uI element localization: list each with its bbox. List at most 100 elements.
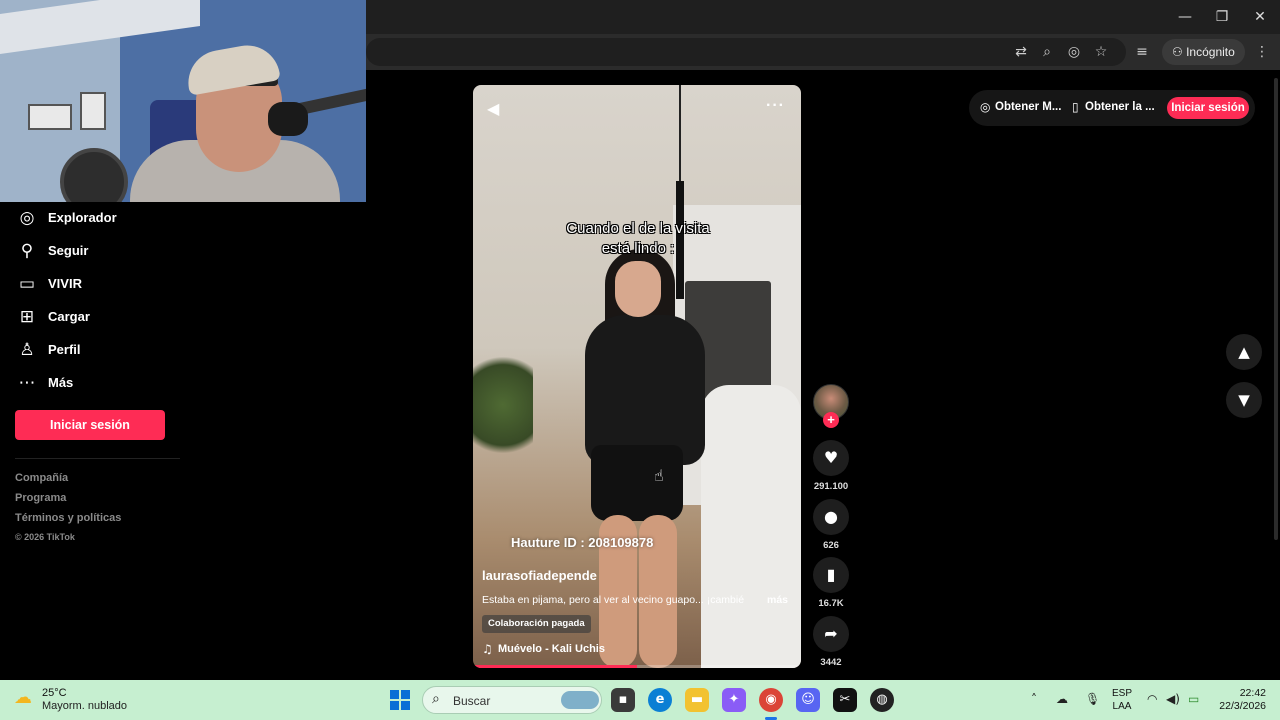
video-person-skirt xyxy=(591,445,683,521)
tray-chevron-up-icon[interactable]: ˄ xyxy=(1031,692,1037,706)
live-tv-icon: ▭ xyxy=(18,274,36,294)
more-options-icon[interactable]: ··· xyxy=(766,97,785,115)
taskbar-search-label: Buscar xyxy=(453,694,491,708)
webcam-shelf xyxy=(28,104,72,130)
search-highlight-image xyxy=(561,691,599,709)
get-mobile-link[interactable]: Obtener la ... xyxy=(1085,101,1155,113)
sidebar-item-label: Perfil xyxy=(48,342,81,357)
top-right-actions: ◎ Obtener M... ▯ Obtener la ... Iniciar … xyxy=(969,90,1255,126)
compass-small-icon: ◎ xyxy=(980,100,991,114)
close-icon[interactable]: ✕ xyxy=(1245,6,1275,28)
tray-app-icon[interactable]: ☁ xyxy=(1056,692,1068,706)
language-layout: LAA xyxy=(1112,701,1132,712)
video-caption: Cuando el de la visita está lindo : xyxy=(473,219,801,259)
like-count: 291.100 xyxy=(813,481,849,492)
zoom-icon[interactable]: ⌕ xyxy=(1037,42,1057,62)
menu-icon[interactable]: ⋮ xyxy=(1252,42,1272,62)
sidebar-divider xyxy=(15,458,180,459)
eye-off-icon[interactable]: ◎ xyxy=(1064,42,1084,62)
sidebar-item-explorador[interactable]: ◎ Explorador xyxy=(0,203,200,231)
windows-start-icon[interactable] xyxy=(390,690,410,710)
video-caption-line: Cuando el de la visita xyxy=(566,220,710,237)
star-icon[interactable]: ☆ xyxy=(1091,42,1111,62)
restore-icon[interactable]: ❐ xyxy=(1207,6,1237,28)
taskbar-clock[interactable]: 22:42 22/3/2026 xyxy=(1208,687,1266,713)
share-count: 3442 xyxy=(820,657,842,668)
sidebar-item-mas[interactable]: ⋯ Más xyxy=(0,368,200,396)
language-indicator[interactable]: ESP LAA xyxy=(1112,687,1132,713)
footer-link-terms[interactable]: Términos y políticas xyxy=(15,512,121,524)
language-code: ESP xyxy=(1112,688,1133,699)
share-icon: ➦ xyxy=(824,624,838,643)
profile-icon: ♙ xyxy=(19,340,35,360)
webcam-microphone xyxy=(268,102,308,136)
save-button[interactable]: ▮ xyxy=(813,557,849,593)
more-dots-icon: ⋯ xyxy=(18,373,36,393)
page-scrollbar[interactable] xyxy=(1274,78,1278,540)
microphone-icon[interactable]: 🎙 xyxy=(1085,692,1100,706)
tab-search-icon[interactable]: ≡ xyxy=(1132,42,1152,62)
video-scene-plant xyxy=(473,345,533,465)
description-more-link[interactable]: más xyxy=(767,594,788,606)
wifi-icon[interactable]: ◠ xyxy=(1147,692,1157,706)
battery-icon[interactable]: ▭ xyxy=(1188,692,1199,706)
login-button[interactable]: Iniciar sesión xyxy=(15,410,165,440)
heart-icon: ♥ xyxy=(823,448,839,467)
comment-icon: ● xyxy=(824,507,838,526)
taskbar-search-box[interactable]: ⌕ Buscar xyxy=(422,686,602,714)
top-login-button[interactable]: Iniciar sesión xyxy=(1167,97,1249,119)
video-player[interactable]: ◀ ··· Cuando el de la visita está lindo … xyxy=(473,85,801,668)
chrome-icon[interactable]: ◉ xyxy=(759,688,783,712)
discord-icon[interactable]: ☺ xyxy=(796,688,820,712)
task-view-icon[interactable]: ▪ xyxy=(611,688,635,712)
phone-icon: ▯ xyxy=(1072,100,1079,114)
sidebar-item-seguir[interactable]: ⚲ Seguir xyxy=(0,236,200,264)
clock-time: 22:42 xyxy=(1239,687,1266,699)
comment-button[interactable]: ● xyxy=(813,499,849,535)
sidebar-item-cargar[interactable]: ⊞ Cargar xyxy=(0,302,200,330)
sidebar-item-perfil[interactable]: ♙ Perfil xyxy=(0,335,200,363)
minimize-icon[interactable]: — xyxy=(1170,6,1200,28)
clock-date: 22/3/2026 xyxy=(1219,700,1266,712)
video-progress-bar[interactable] xyxy=(473,665,801,668)
mouse-cursor-icon: ☝ xyxy=(654,466,664,485)
webcam-fan xyxy=(60,148,128,202)
search-icon: ⌕ xyxy=(432,691,440,707)
file-explorer-icon[interactable]: ▬ xyxy=(685,688,709,712)
weather-temperature[interactable]: 25°C xyxy=(42,687,67,699)
video-music[interactable]: Muévelo - Kali Uchis xyxy=(498,643,605,655)
video-person-shirt xyxy=(585,315,705,465)
translate-icon[interactable]: ⇄ xyxy=(1011,42,1031,62)
video-progress-fill xyxy=(473,665,637,668)
weather-cloud-sun-icon[interactable]: ☁ xyxy=(14,687,36,708)
sidebar-item-label: VIVIR xyxy=(48,276,82,291)
footer-link-program[interactable]: Programa xyxy=(15,492,66,504)
sidebar-item-vivir[interactable]: ▭ VIVIR xyxy=(0,269,200,297)
follow-plus-icon[interactable]: + xyxy=(823,412,839,428)
incognito-icon: ⚇ xyxy=(1172,45,1187,59)
capcut-icon[interactable]: ✂ xyxy=(833,688,857,712)
video-username[interactable]: laurasofiadepende xyxy=(482,568,597,583)
chevron-up-icon: ▲ xyxy=(1238,343,1250,361)
like-button[interactable]: ♥ xyxy=(813,440,849,476)
edge-icon[interactable]: e xyxy=(648,688,672,712)
share-button[interactable]: ➦ xyxy=(813,616,849,652)
paid-collab-badge: Colaboración pagada xyxy=(482,615,591,633)
previous-video-button[interactable]: ▲ xyxy=(1226,334,1262,370)
video-caption-line: está lindo : xyxy=(601,240,675,257)
obs-icon[interactable]: ◍ xyxy=(870,688,894,712)
music-note-icon: ♫ xyxy=(482,642,493,656)
copilot-icon[interactable]: ✦ xyxy=(722,688,746,712)
save-count: 16.7K xyxy=(818,598,844,609)
incognito-indicator[interactable]: ⚇ Incógnito xyxy=(1162,39,1245,65)
footer-link-company[interactable]: Compañía xyxy=(15,472,68,484)
bookmark-icon: ▮ xyxy=(826,565,836,584)
volume-icon[interactable]: ◀) xyxy=(1166,692,1180,706)
chevron-down-icon: ▼ xyxy=(1238,391,1250,409)
get-app-link[interactable]: Obtener M... xyxy=(995,101,1061,113)
video-overlay-id: Hauture ID : 208109878 xyxy=(511,535,654,550)
sound-icon[interactable]: ◀ xyxy=(487,99,499,118)
next-video-button[interactable]: ▼ xyxy=(1226,382,1262,418)
user-follow-icon: ⚲ xyxy=(20,241,34,261)
weather-condition[interactable]: Mayorm. nublado xyxy=(42,700,127,712)
